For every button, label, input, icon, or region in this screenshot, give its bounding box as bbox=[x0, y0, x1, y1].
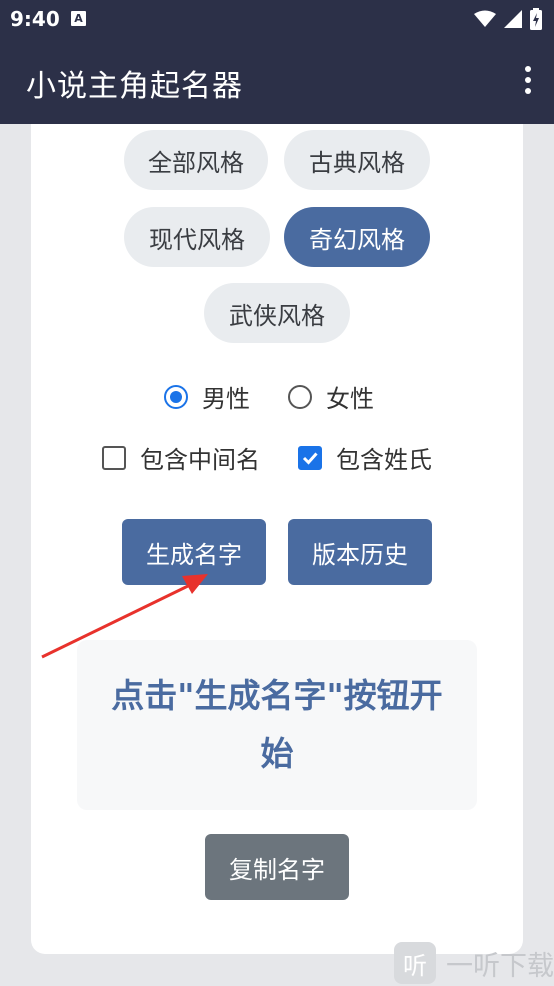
screen: 9:40 A 小说主角起名器 全部风格 古典风格 现代风格 奇幻风格 武侠风格 … bbox=[0, 0, 554, 986]
app-bar: 小说主角起名器 bbox=[0, 40, 554, 124]
status-bar: 9:40 A bbox=[0, 0, 554, 40]
status-time: 9:40 bbox=[10, 7, 60, 31]
watermark-logo: 听 bbox=[394, 942, 436, 984]
options-checkbox-group: 包含中间名 包含姓氏 bbox=[31, 440, 523, 480]
radio-checked-icon bbox=[164, 384, 188, 409]
chip-classical-style[interactable]: 古典风格 bbox=[284, 130, 430, 190]
a-notification-icon: A bbox=[71, 11, 86, 26]
watermark: 听 一听下载 bbox=[394, 940, 554, 986]
checkbox-middle-name[interactable]: 包含中间名 bbox=[102, 440, 260, 475]
generate-name-button[interactable]: 生成名字 bbox=[122, 519, 266, 585]
checkbox-surname-label: 包含姓氏 bbox=[336, 446, 432, 474]
chip-modern-style[interactable]: 现代风格 bbox=[124, 207, 270, 267]
version-history-button[interactable]: 版本历史 bbox=[288, 519, 432, 585]
battery-charging-icon bbox=[530, 8, 542, 30]
wifi-icon bbox=[474, 10, 496, 27]
radio-female-label: 女性 bbox=[326, 385, 374, 413]
checkbox-surname[interactable]: 包含姓氏 bbox=[298, 440, 432, 475]
overflow-menu-icon[interactable] bbox=[522, 66, 534, 100]
radio-male-label: 男性 bbox=[202, 385, 250, 413]
chip-wuxia-style[interactable]: 武侠风格 bbox=[204, 283, 350, 343]
checkbox-unchecked-icon bbox=[102, 445, 126, 470]
signal-icon bbox=[504, 10, 522, 28]
radio-unchecked-icon bbox=[288, 384, 312, 409]
chip-all-styles[interactable]: 全部风格 bbox=[124, 130, 268, 190]
main-card: 全部风格 古典风格 现代风格 奇幻风格 武侠风格 男性 女性 包含中间名 包含姓… bbox=[31, 124, 523, 954]
app-title: 小说主角起名器 bbox=[26, 69, 243, 104]
status-icons bbox=[474, 8, 542, 30]
watermark-text: 一听下载 bbox=[446, 950, 554, 982]
copy-name-button[interactable]: 复制名字 bbox=[205, 834, 349, 900]
chip-fantasy-style[interactable]: 奇幻风格 bbox=[284, 207, 430, 267]
checkbox-middle-name-label: 包含中间名 bbox=[140, 446, 260, 474]
gender-radio-group: 男性 女性 bbox=[31, 379, 523, 419]
result-display: 点击"生成名字"按钮开始 bbox=[77, 640, 477, 810]
checkbox-checked-icon bbox=[298, 445, 322, 470]
radio-female[interactable]: 女性 bbox=[288, 379, 374, 414]
radio-male[interactable]: 男性 bbox=[164, 379, 250, 414]
